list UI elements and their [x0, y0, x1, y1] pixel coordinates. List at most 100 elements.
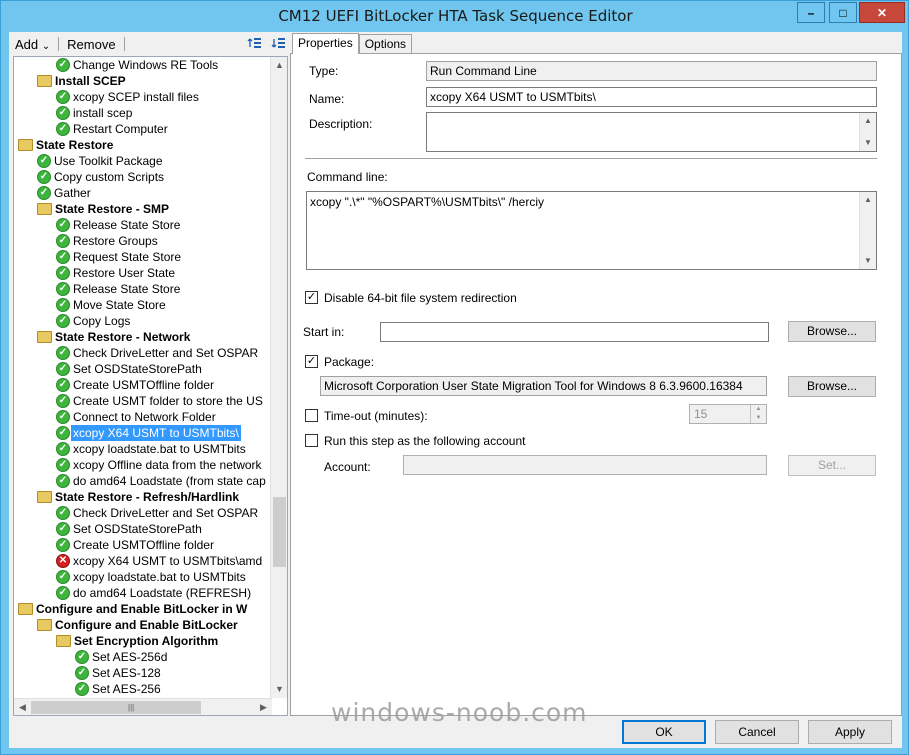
tree-group[interactable]: State Restore: [14, 137, 272, 153]
title-bar[interactable]: CM12 UEFI BitLocker HTA Task Sequence Ed…: [1, 1, 909, 32]
tree-group[interactable]: Install SCEP: [14, 73, 272, 89]
disable-64bit-label: Disable 64-bit file system redirection: [324, 291, 517, 305]
tree-step[interactable]: ✓ Set AES-128: [14, 665, 272, 681]
tree-step[interactable]: ✓ xcopy loadstate.bat to USMTbits: [14, 569, 272, 585]
scroll-up-icon[interactable]: ▲: [860, 192, 876, 208]
tree-step[interactable]: ✓ Release State Store: [14, 217, 272, 233]
tree-step[interactable]: ✓ Set AES-256d: [14, 649, 272, 665]
ok-button[interactable]: OK: [622, 720, 706, 744]
minimize-button[interactable]: –: [797, 2, 825, 23]
tree-horizontal-scrollbar[interactable]: ◀ ||| ▶: [14, 698, 272, 715]
toolbar-separator: [58, 37, 60, 51]
spinner-arrows-icon[interactable]: ▲ ▼: [750, 405, 766, 423]
account-set-button: Set...: [788, 455, 876, 476]
folder-icon: [37, 75, 52, 87]
scroll-down-icon[interactable]: ▼: [860, 135, 876, 151]
success-check-icon: ✓: [56, 362, 70, 376]
run-as-label: Run this step as the following account: [324, 434, 526, 448]
success-check-icon: ✓: [56, 122, 70, 136]
description-field[interactable]: ▲ ▼: [426, 112, 877, 152]
window-title: CM12 UEFI BitLocker HTA Task Sequence Ed…: [278, 7, 633, 25]
tree-step[interactable]: ✓ Create USMTOffline folder: [14, 537, 272, 553]
tab-options[interactable]: Options: [358, 34, 413, 53]
tree-step[interactable]: ✓ Change Windows RE Tools: [14, 57, 272, 73]
tree-step[interactable]: ✕ xcopy X64 USMT to USMTbits\amd: [14, 553, 272, 569]
scrollbar-thumb[interactable]: |||: [31, 701, 201, 714]
tree-group[interactable]: Configure and Enable BitLocker in W: [14, 601, 272, 617]
scroll-left-icon[interactable]: ◀: [14, 699, 31, 715]
tree-step[interactable]: ✓ do amd64 Loadstate (REFRESH): [14, 585, 272, 601]
description-scrollbar[interactable]: ▲ ▼: [859, 113, 876, 151]
scroll-down-icon[interactable]: ▼: [271, 681, 287, 698]
command-line-scrollbar[interactable]: ▲ ▼: [859, 192, 876, 269]
tree-step[interactable]: ✓ do amd64 Loadstate (from state cap: [14, 473, 272, 489]
remove-button[interactable]: Remove: [61, 37, 121, 52]
tree-step[interactable]: ✓ xcopy Offline data from the network: [14, 457, 272, 473]
package-browse-button[interactable]: Browse...: [788, 376, 876, 397]
tree-step[interactable]: ✓ Use Toolkit Package: [14, 153, 272, 169]
tree-step[interactable]: ✓ Copy custom Scripts: [14, 169, 272, 185]
maximize-button[interactable]: □: [829, 2, 857, 23]
tree-list: ✓ Change Windows RE Tools Install SCEP ✓ xco…: [14, 57, 272, 698]
description-label: Description:: [309, 117, 373, 131]
tree-step[interactable]: ✓ install scep: [14, 105, 272, 121]
tree-step[interactable]: ✓ Restart Computer: [14, 121, 272, 137]
scroll-up-icon[interactable]: ▲: [271, 57, 287, 74]
run-as-checkbox[interactable]: [305, 434, 318, 447]
timeout-checkbox[interactable]: [305, 409, 318, 422]
scroll-up-icon[interactable]: ▲: [860, 113, 876, 129]
tree-step[interactable]: ✓ Set OSDStateStorePath: [14, 361, 272, 377]
tree-step[interactable]: ✓ Set AES-256: [14, 681, 272, 697]
tree-step[interactable]: ✓ Connect to Network Folder: [14, 409, 272, 425]
tree-item-label: Release State Store: [73, 282, 181, 296]
tree-step[interactable]: ✓ Copy Logs: [14, 313, 272, 329]
task-sequence-tree[interactable]: ✓ Change Windows RE Tools Install SCEP ✓ xco…: [13, 56, 288, 716]
move-up-icon[interactable]: [247, 35, 263, 51]
tree-step[interactable]: ✓ Check DriveLetter and Set OSPAR: [14, 345, 272, 361]
tab-properties[interactable]: Properties: [292, 33, 359, 54]
package-field: Microsoft Corporation User State Migrati…: [320, 376, 767, 396]
tree-step[interactable]: ✓ Create USMTOffline folder: [14, 377, 272, 393]
tree-step[interactable]: ✓ xcopy X64 USMT to USMTbits\: [14, 425, 272, 441]
add-menu-button[interactable]: Add ⌄: [9, 37, 56, 52]
scroll-right-icon[interactable]: ▶: [255, 699, 272, 715]
scrollbar-thumb[interactable]: [273, 497, 286, 567]
tree-step[interactable]: ✓ Create USMT folder to store the US: [14, 393, 272, 409]
tree-step[interactable]: ✓ Restore Groups: [14, 233, 272, 249]
tree-step[interactable]: ✓ Gather: [14, 185, 272, 201]
tree-item-label: Set OSDStateStorePath: [73, 362, 202, 376]
success-check-icon: ✓: [56, 538, 70, 552]
move-down-icon[interactable]: [271, 35, 287, 51]
tree-group[interactable]: State Restore - Network: [14, 329, 272, 345]
tree-group[interactable]: Configure and Enable BitLocker: [14, 617, 272, 633]
success-check-icon: ✓: [56, 346, 70, 360]
tree-vertical-scrollbar[interactable]: ▲ ▼: [270, 57, 287, 698]
tree-step[interactable]: ✓ Move State Store: [14, 297, 272, 313]
tree-item-label: Check DriveLetter and Set OSPAR: [73, 346, 259, 360]
start-in-browse-button[interactable]: Browse...: [788, 321, 876, 342]
tree-item-label: xcopy SCEP install files: [73, 90, 199, 104]
disable-64bit-checkbox[interactable]: ✓: [305, 291, 318, 304]
close-button[interactable]: ✕: [859, 2, 905, 23]
tree-step[interactable]: ✓ Release State Store: [14, 281, 272, 297]
start-in-field[interactable]: [380, 322, 769, 342]
tree-group[interactable]: State Restore - SMP: [14, 201, 272, 217]
start-in-label: Start in:: [303, 325, 345, 339]
scroll-down-icon[interactable]: ▼: [860, 253, 876, 269]
tree-step[interactable]: ✓ Restore User State: [14, 265, 272, 281]
timeout-spinner[interactable]: 15 ▲ ▼: [689, 404, 767, 424]
tree-item-label: Set Encryption Algorithm: [74, 634, 219, 648]
tree-step[interactable]: ✓ Request State Store: [14, 249, 272, 265]
tree-group[interactable]: Set Encryption Algorithm: [14, 633, 272, 649]
tree-step[interactable]: ✓ Check DriveLetter and Set OSPAR: [14, 505, 272, 521]
cancel-button[interactable]: Cancel: [715, 720, 799, 744]
package-checkbox[interactable]: ✓: [305, 355, 318, 368]
tree-step[interactable]: ✓ xcopy loadstate.bat to USMTbits: [14, 441, 272, 457]
name-field[interactable]: xcopy X64 USMT to USMTbits\: [426, 87, 877, 107]
success-check-icon: ✓: [37, 170, 51, 184]
tree-group[interactable]: State Restore - Refresh/Hardlink: [14, 489, 272, 505]
apply-button[interactable]: Apply: [808, 720, 892, 744]
tree-step[interactable]: ✓ Set OSDStateStorePath: [14, 521, 272, 537]
tree-step[interactable]: ✓ xcopy SCEP install files: [14, 89, 272, 105]
command-line-field[interactable]: xcopy ".\*" "%OSPART%\USMTbits\" /herciy…: [306, 191, 877, 270]
